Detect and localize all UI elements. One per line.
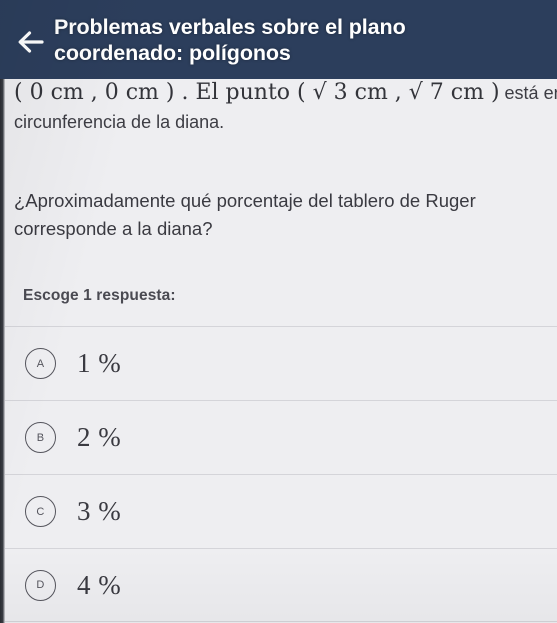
stem-math-line: ( 0 cm , 0 cm ) . El punto ( √ 3 cm , √ … xyxy=(14,79,557,108)
app-screen: Problemas verbales sobre el plano coorde… xyxy=(0,0,557,623)
answer-option-a[interactable]: A 1 % xyxy=(0,326,557,400)
page-title: Problemas verbales sobre el plano coorde… xyxy=(54,15,406,65)
app-header: Problemas verbales sobre el plano coorde… xyxy=(0,0,557,79)
option-label-b: 2 % xyxy=(77,422,122,452)
stem-math-tail: está en la xyxy=(504,83,557,103)
screen-left-edge xyxy=(0,79,5,623)
back-button[interactable] xyxy=(8,17,54,67)
answer-options-list: A 1 % B 2 % C 3 % D 4 % xyxy=(0,326,557,622)
option-badge-a: A xyxy=(25,348,56,379)
option-label-c: 3 % xyxy=(77,496,122,526)
option-label-a: 1 % xyxy=(77,348,122,378)
answer-option-b[interactable]: B 2 % xyxy=(0,400,557,474)
stem-math-expression: ( 0 cm , 0 cm ) . El punto ( √ 3 cm , √ … xyxy=(14,80,500,105)
problem-stem: ( 0 cm , 0 cm ) . El punto ( √ 3 cm , √ … xyxy=(0,79,557,135)
option-label-d: 4 % xyxy=(77,569,122,600)
choose-answer-label: Escoge 1 respuesta: xyxy=(23,287,176,304)
question-text: ¿Aproximadamente qué porcentaje del tabl… xyxy=(14,190,476,239)
answer-option-c[interactable]: C 3 % xyxy=(0,474,557,548)
back-arrow-icon xyxy=(16,29,46,55)
option-badge-d: D xyxy=(25,569,56,601)
option-badge-b: B xyxy=(25,422,56,453)
stem-line-2: circunferencia de la diana. xyxy=(14,112,225,132)
option-badge-c: C xyxy=(25,496,56,527)
content-area: ( 0 cm , 0 cm ) . El punto ( √ 3 cm , √ … xyxy=(0,79,557,623)
answer-option-d[interactable]: D 4 % xyxy=(0,548,557,622)
